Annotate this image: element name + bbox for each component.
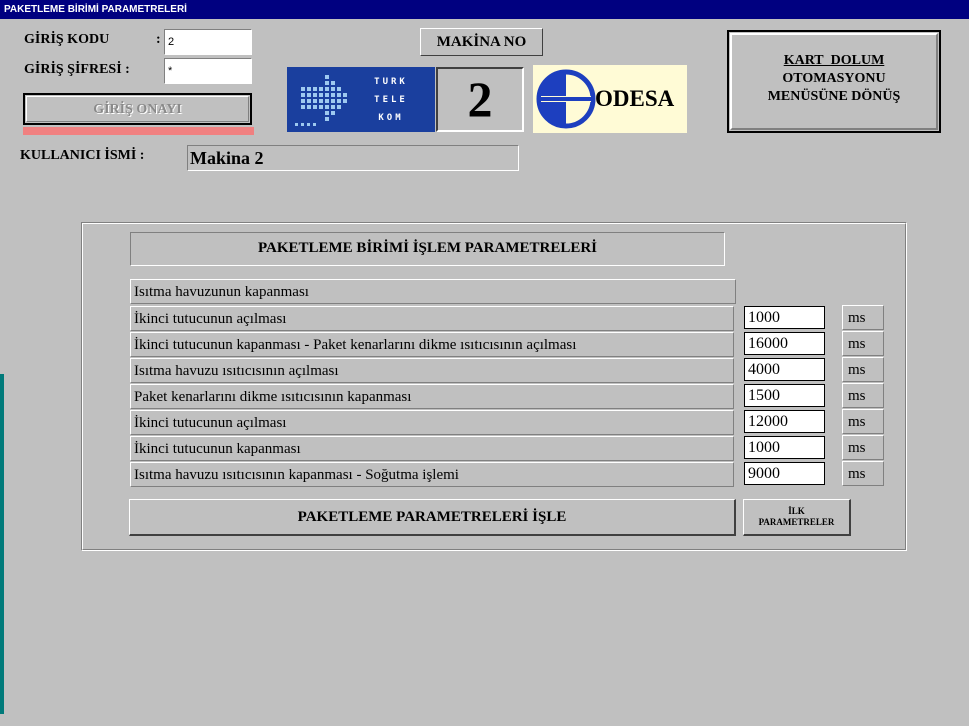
initial-parameters-line1: İLK [788,506,805,516]
param-unit: ms [842,383,884,408]
odesa-wordmark: ODESA [595,86,675,111]
param-value-input[interactable]: 4000 [744,358,825,381]
return-menu-line3: MENÜSÜNE DÖNÜŞ [767,89,901,104]
initial-parameters-button[interactable]: İLK PARAMETRELER [743,499,851,536]
odesa-logo: ODESA [533,65,687,133]
process-parameters-button[interactable]: PAKETLEME PARAMETRELERİ İŞLE [129,499,736,536]
param-unit: ms [842,409,884,434]
param-header-row: Isıtma havuzunun kapanması [130,279,736,304]
param-unit: ms [842,305,884,330]
user-name-field: Makina 2 [187,145,519,171]
param-value-input[interactable]: 12000 [744,410,825,433]
main-window: PAKETLEME BİRİMİ PARAMETRELERİ GİRİŞ KOD… [0,0,969,726]
user-label: KULLANICI İSMİ : [20,148,145,163]
login-confirm-label: GİRİŞ ONAYI [26,96,249,122]
login-confirm-button[interactable]: GİRİŞ ONAYI [23,93,252,125]
param-unit: ms [842,357,884,382]
param-unit: ms [842,331,884,356]
param-row-label: Isıtma havuzu ısıtıcısının kapanması - S… [130,462,734,487]
param-row-label: İkinci tutucunun açılması [130,306,734,331]
machine-number: 2 [467,71,493,127]
initial-parameters-line2: PARAMETRELER [758,517,835,527]
param-row-label: Paket kenarlarını dikme ısıtıcısının kap… [130,384,734,409]
param-row-label: İkinci tutucunun kapanması - Paket kenar… [130,332,734,357]
login-password-input[interactable]: * [164,58,252,84]
login-code-label: GİRİŞ KODU [24,32,110,47]
param-row-label: Isıtma havuzu ısıtıcısının açılması [130,358,734,383]
telekom-arrow-icon [295,75,347,126]
login-code-input[interactable]: 2 [164,29,252,55]
param-value-input[interactable]: 1500 [744,384,825,407]
return-menu-line1: KART_DOLUM [783,53,885,68]
param-row-label: İkinci tutucunun kapanması [130,436,734,461]
machine-label: MAKİNA NO [420,28,543,56]
login-confirm-indicator [23,127,254,135]
odesa-emblem-icon [536,69,596,129]
login-password-label: GİRİŞ ŞİFRESİ : [24,62,130,77]
background-edge [0,374,4,714]
param-value-input[interactable]: 1000 [744,306,825,329]
machine-number-box: 2 [436,67,524,132]
param-value-input[interactable]: 16000 [744,332,825,355]
telekom-wordmark: TURK TELE KOM [374,77,408,123]
return-menu-button[interactable]: KART_DOLUM OTOMASYONU MENÜSÜNE DÖNÜŞ [727,30,941,133]
param-unit: ms [842,435,884,460]
param-value-input[interactable]: 1000 [744,436,825,459]
return-menu-line2: OTOMASYONU [782,71,886,86]
window-title: PAKETLEME BİRİMİ PARAMETRELERİ [0,0,969,19]
parameters-heading: PAKETLEME BİRİMİ İŞLEM PARAMETRELERİ [130,232,725,266]
param-row-label: İkinci tutucunun açılması [130,410,734,435]
turk-telekom-logo: TURK TELE KOM [287,67,435,132]
param-unit: ms [842,461,884,486]
param-value-input[interactable]: 9000 [744,462,825,485]
login-code-colon: : [156,32,161,47]
